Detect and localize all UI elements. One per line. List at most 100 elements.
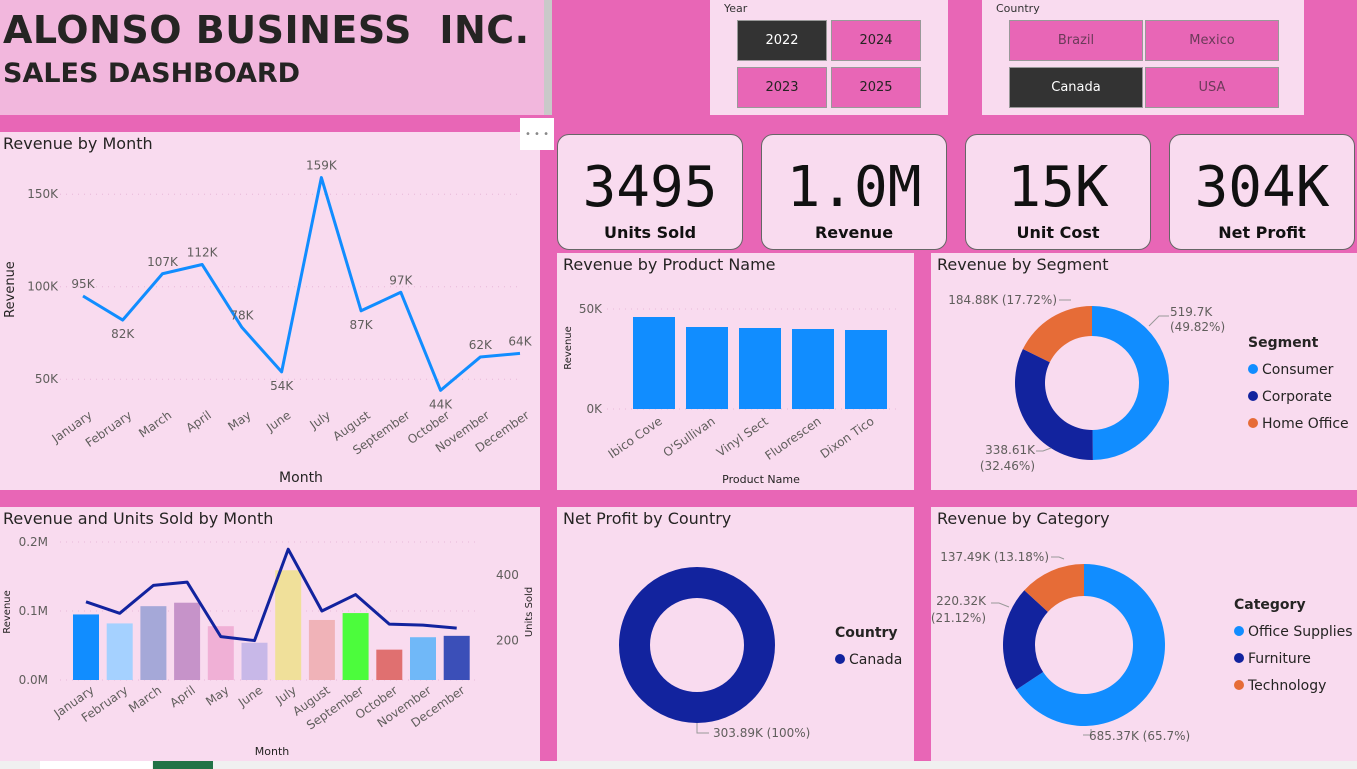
chart-title: Revenue and Units Sold by Month	[3, 509, 274, 528]
revenue-by-product-panel: Revenue by Product Name 0K 50K Revenue Prod…	[557, 253, 914, 490]
chart-title: Revenue by Product Name	[563, 255, 776, 274]
data-label: 137.49K (13.18%)	[940, 550, 1049, 564]
kpi-card-net-profit: 304K Net Profit	[1169, 134, 1355, 250]
page-tabs-bar	[0, 761, 1357, 769]
donut-slice	[1092, 306, 1169, 460]
dashboard-subtitle: SALES DASHBOARD	[3, 58, 301, 89]
legend-marker	[1234, 680, 1244, 690]
revenue-by-category-panel: Revenue by Category 685.37K (65.7%) 220.3…	[931, 507, 1357, 761]
country-option-mexico[interactable]: Mexico	[1145, 20, 1279, 61]
x-tick-label: March	[136, 408, 174, 440]
dashboard-title-box: ALONSO BUSINESS INC. SALES DASHBOARD	[0, 0, 552, 115]
x-tick-label: Ibico Cove	[606, 414, 665, 461]
country-slicer-label: Country	[996, 2, 1040, 15]
company-title: ALONSO BUSINESS INC.	[3, 8, 530, 52]
y-tick-label: 100K	[27, 280, 59, 294]
revenue-by-product-chart: 0K 50K Revenue Product Name Ibico CoveO'Sull…	[563, 302, 897, 486]
net-profit-by-country-chart: 303.89K (100%) Country Canada	[619, 567, 902, 740]
legend-label: Consumer	[1262, 362, 1334, 378]
country-slicer: Country Brazil Mexico Canada USA	[982, 0, 1304, 115]
y-axis-title: Revenue	[563, 326, 574, 370]
data-label: 220.32K	[936, 594, 987, 608]
bar	[342, 613, 369, 680]
x-tick-label: Dixon Tico	[818, 414, 877, 461]
revenue-units-by-month-chart: 0.0M 0.1M 0.2M 200 400 Revenue Units Sold Month…	[2, 535, 535, 758]
kpi-value: 3495	[582, 155, 718, 220]
data-label: 303.89K (100%)	[713, 726, 810, 740]
data-label: 97K	[389, 273, 413, 287]
legend-label: Home Office	[1262, 416, 1349, 432]
revenue-units-by-month-panel: Revenue and Units Sold by Month 0.0M 0.1M…	[0, 507, 540, 761]
legend-label: Office Supplies	[1248, 624, 1353, 640]
data-label: 95K	[71, 277, 95, 291]
revenue-by-month-chart: 50K100K150KRevenueMonth95KJanuary82KFebr…	[3, 159, 533, 486]
donut-slice	[1022, 306, 1092, 363]
data-label: 54K	[270, 379, 294, 393]
leader-line	[1036, 447, 1052, 452]
legend-title: Country	[835, 625, 898, 641]
legend-label: Corporate	[1262, 389, 1332, 405]
net-profit-by-country-panel: Net Profit by Country 303.89K (100%) Coun…	[557, 507, 914, 761]
bar	[106, 623, 133, 680]
y2-axis-title: Units Sold	[524, 587, 535, 637]
kpi-card-units-sold: 3495 Units Sold	[557, 134, 743, 250]
legend-marker	[1248, 391, 1258, 401]
year-slicer: Year 2022 2024 2023 2025	[710, 0, 948, 115]
y-tick-label: 50K	[35, 372, 59, 386]
page-tab-active[interactable]	[153, 761, 213, 769]
data-label: 62K	[469, 338, 493, 352]
x-tick-label: May	[203, 683, 231, 709]
bar	[241, 642, 268, 680]
data-label: 184.88K (17.72%)	[948, 293, 1057, 307]
year-option-2023[interactable]: 2023	[737, 67, 827, 108]
kpi-value: 1.0M	[786, 155, 922, 220]
y-tick-label: 0K	[586, 402, 603, 416]
data-label: 78K	[230, 308, 254, 322]
x-tick-label: May	[225, 408, 253, 434]
country-option-usa[interactable]: USA	[1145, 67, 1279, 108]
data-label: 685.37K (65.7%)	[1089, 729, 1190, 743]
x-tick-label: O'Sullivan	[661, 414, 718, 460]
country-option-brazil[interactable]: Brazil	[1009, 20, 1143, 61]
leader-line	[991, 602, 1010, 608]
x-axis-title: Product Name	[722, 473, 800, 486]
data-label: (32.46%)	[980, 459, 1035, 473]
y-axis-title: Revenue	[3, 261, 18, 318]
country-option-canada[interactable]: Canada	[1009, 67, 1143, 108]
year-option-2024[interactable]: 2024	[831, 20, 921, 61]
kpi-card-revenue: 1.0M Revenue	[761, 134, 947, 250]
year-option-2022[interactable]: 2022	[737, 20, 827, 61]
bar	[792, 329, 834, 409]
legend-marker	[1234, 626, 1244, 636]
revenue-by-segment-chart: 519.7K(49.82%) 338.61K (32.46%) 184.88K (17…	[948, 293, 1349, 473]
chart-title: Revenue by Segment	[937, 255, 1109, 274]
legend-title: Category	[1234, 597, 1306, 613]
bar	[739, 328, 781, 409]
x-tick-label: June	[235, 683, 265, 710]
bar	[633, 317, 675, 409]
y-tick-label: 0.0M	[19, 673, 48, 687]
x-tick-label: April	[167, 683, 198, 710]
revenue-by-segment-panel: Revenue by Segment 519.7K (49.82%) 338.61K…	[931, 253, 1357, 490]
year-option-2025[interactable]: 2025	[831, 67, 921, 108]
kpi-card-unit-cost: 15K Unit Cost	[965, 134, 1151, 250]
page-tab[interactable]	[40, 761, 152, 769]
x-axis-title: Month	[279, 470, 323, 486]
legend-label: Technology	[1247, 678, 1326, 694]
chart-title: Revenue by Month	[3, 134, 153, 153]
x-tick-label: March	[126, 683, 164, 715]
bar	[308, 619, 335, 680]
more-options-icon[interactable]: • • •	[520, 118, 554, 150]
kpi-value: 15K	[1007, 155, 1109, 220]
data-label: 87K	[350, 318, 374, 332]
y-tick-label: 0.2M	[19, 535, 48, 549]
data-label: 112K	[187, 246, 219, 260]
bar	[443, 635, 470, 680]
leader-line	[696, 723, 709, 734]
kpi-label: Unit Cost	[1016, 223, 1100, 242]
bar	[845, 330, 887, 409]
legend-label: Canada	[849, 652, 902, 668]
data-label: 82K	[111, 327, 135, 341]
x-tick-label: April	[183, 408, 214, 435]
kpi-value: 304K	[1194, 155, 1330, 220]
